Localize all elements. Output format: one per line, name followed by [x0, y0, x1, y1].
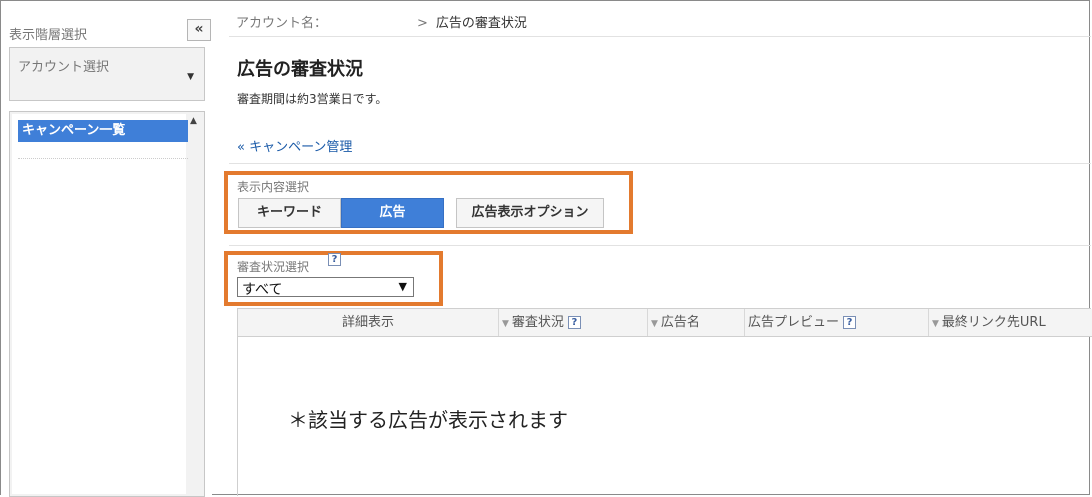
campaign-tree-list: キャンペーン一覧: [12, 114, 188, 494]
breadcrumb: アカウント名： > 広告の審査状況: [236, 12, 527, 31]
breadcrumb-current: 広告の審査状況: [435, 16, 527, 31]
page-title: 広告の審査状況: [237, 59, 363, 80]
column-header-detail[interactable]: 詳細表示: [238, 309, 499, 336]
sort-icon: ▼: [651, 319, 658, 329]
divider: [229, 36, 1091, 37]
ads-table: 詳細表示 ▼ 審査状況? ▼ 広告名 広告プレビュー? ▼ 最終リンク先URL: [237, 308, 1092, 496]
breadcrumb-separator: >: [417, 16, 428, 31]
page-subtitle: 審査期間は約3営業日です。: [237, 92, 388, 106]
annotation-note: ＊該当する広告が表示されます: [288, 408, 568, 432]
table-header: 詳細表示 ▼ 審査状況? ▼ 広告名 広告プレビュー? ▼ 最終リンク先URL: [238, 309, 1092, 337]
back-to-campaign-link[interactable]: « キャンペーン管理: [237, 136, 352, 155]
sidebar-item-campaign-list[interactable]: キャンペーン一覧: [18, 120, 188, 142]
scrollbar-track[interactable]: [188, 130, 202, 494]
review-status-value: すべて: [242, 282, 283, 298]
column-header-label: 詳細表示: [341, 315, 394, 330]
help-icon[interactable]: ?: [843, 316, 857, 329]
chevron-down-icon: ▼: [187, 72, 194, 82]
column-header-label: 広告プレビュー: [748, 315, 840, 330]
sidebar: 表示階層選択 « アカウント選択 ▼ キャンペーン一覧 ▲: [1, 1, 212, 497]
divider: [229, 163, 1091, 164]
collapse-sidebar-button[interactable]: «: [187, 19, 211, 41]
help-icon[interactable]: ?: [567, 316, 581, 329]
account-select-dropdown[interactable]: アカウント選択 ▼: [9, 47, 205, 101]
sidebar-title: 表示階層選択: [9, 28, 88, 43]
tab-ad[interactable]: 広告: [341, 198, 444, 228]
sort-icon: ▼: [932, 319, 939, 329]
divider: [229, 245, 1091, 246]
sort-icon: ▼: [502, 319, 509, 329]
column-header-ad-preview[interactable]: 広告プレビュー?: [745, 309, 929, 336]
account-select-placeholder: アカウント選択: [18, 60, 110, 75]
review-selector-label: 審査状況選択: [237, 260, 310, 274]
column-header-ad-name[interactable]: ▼ 広告名: [648, 309, 745, 336]
list-item[interactable]: [18, 144, 188, 159]
breadcrumb-account-label[interactable]: アカウント名：: [236, 16, 327, 31]
column-header-label: 広告名: [660, 315, 700, 330]
column-header-label: 最終リンク先URL: [941, 315, 1046, 330]
tab-keyword[interactable]: キーワード: [238, 198, 341, 228]
chevron-down-icon: ▼: [398, 280, 407, 293]
review-status-select[interactable]: すべて ▼: [237, 277, 414, 298]
display-selector-label: 表示内容選択: [237, 180, 310, 194]
column-header-review-status[interactable]: ▼ 審査状況?: [499, 309, 648, 336]
scroll-up-icon[interactable]: ▲: [190, 116, 197, 126]
help-icon[interactable]: ?: [328, 253, 341, 266]
tab-ad-extensions[interactable]: 広告表示オプション: [456, 198, 604, 228]
campaign-tree-panel: キャンペーン一覧 ▲: [9, 111, 205, 497]
column-header-label: 審査状況: [511, 315, 564, 330]
column-header-final-url[interactable]: ▼ 最終リンク先URL: [929, 309, 1092, 336]
